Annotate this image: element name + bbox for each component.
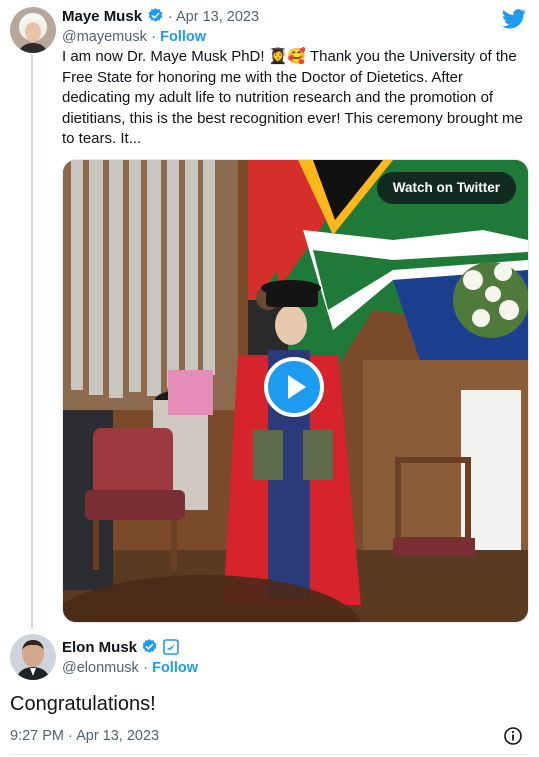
author-name[interactable]: Maye Musk	[62, 8, 142, 25]
tweet-video-media[interactable]: Watch on Twitter	[62, 159, 529, 623]
thread-connector-line	[31, 54, 33, 629]
maye-musk-avatar[interactable]	[10, 7, 56, 53]
reply-handle-line: @elonmusk · Follow	[62, 658, 198, 678]
tweet-header-line: Maye Musk · Apr 13, 2023	[62, 7, 259, 27]
elon-musk-avatar[interactable]	[10, 634, 56, 680]
watch-on-twitter-button[interactable]: Watch on Twitter	[376, 172, 516, 204]
tweet-date[interactable]: Apr 13, 2023	[176, 9, 259, 25]
reply-timestamp[interactable]: 9:27 PM · Apr 13, 2023	[10, 728, 159, 744]
reply-text: Congratulations!	[10, 693, 156, 715]
reply-header-line: Elon Musk	[62, 638, 179, 658]
tweet-separator: ·	[167, 9, 177, 25]
play-button[interactable]	[264, 357, 324, 417]
play-icon	[288, 375, 306, 399]
follow-button[interactable]: Follow	[160, 29, 206, 45]
author-handle[interactable]: @mayemusk	[62, 29, 147, 45]
info-icon[interactable]	[503, 726, 523, 746]
reply-author-handle[interactable]: @elonmusk	[62, 660, 139, 676]
reply-author-name[interactable]: Elon Musk	[62, 639, 137, 656]
reply-follow-button[interactable]: Follow	[152, 660, 198, 676]
handle-separator: ·	[151, 29, 161, 45]
bottom-divider	[10, 754, 529, 755]
reply-handle-separator: ·	[143, 660, 153, 676]
twitter-bird-icon[interactable]	[502, 9, 526, 29]
tweet-handle-line: @mayemusk · Follow	[62, 27, 206, 47]
tweet-text: I am now Dr. Maye Musk PhD! 👩‍🎓🥰 Thank y…	[62, 48, 523, 147]
